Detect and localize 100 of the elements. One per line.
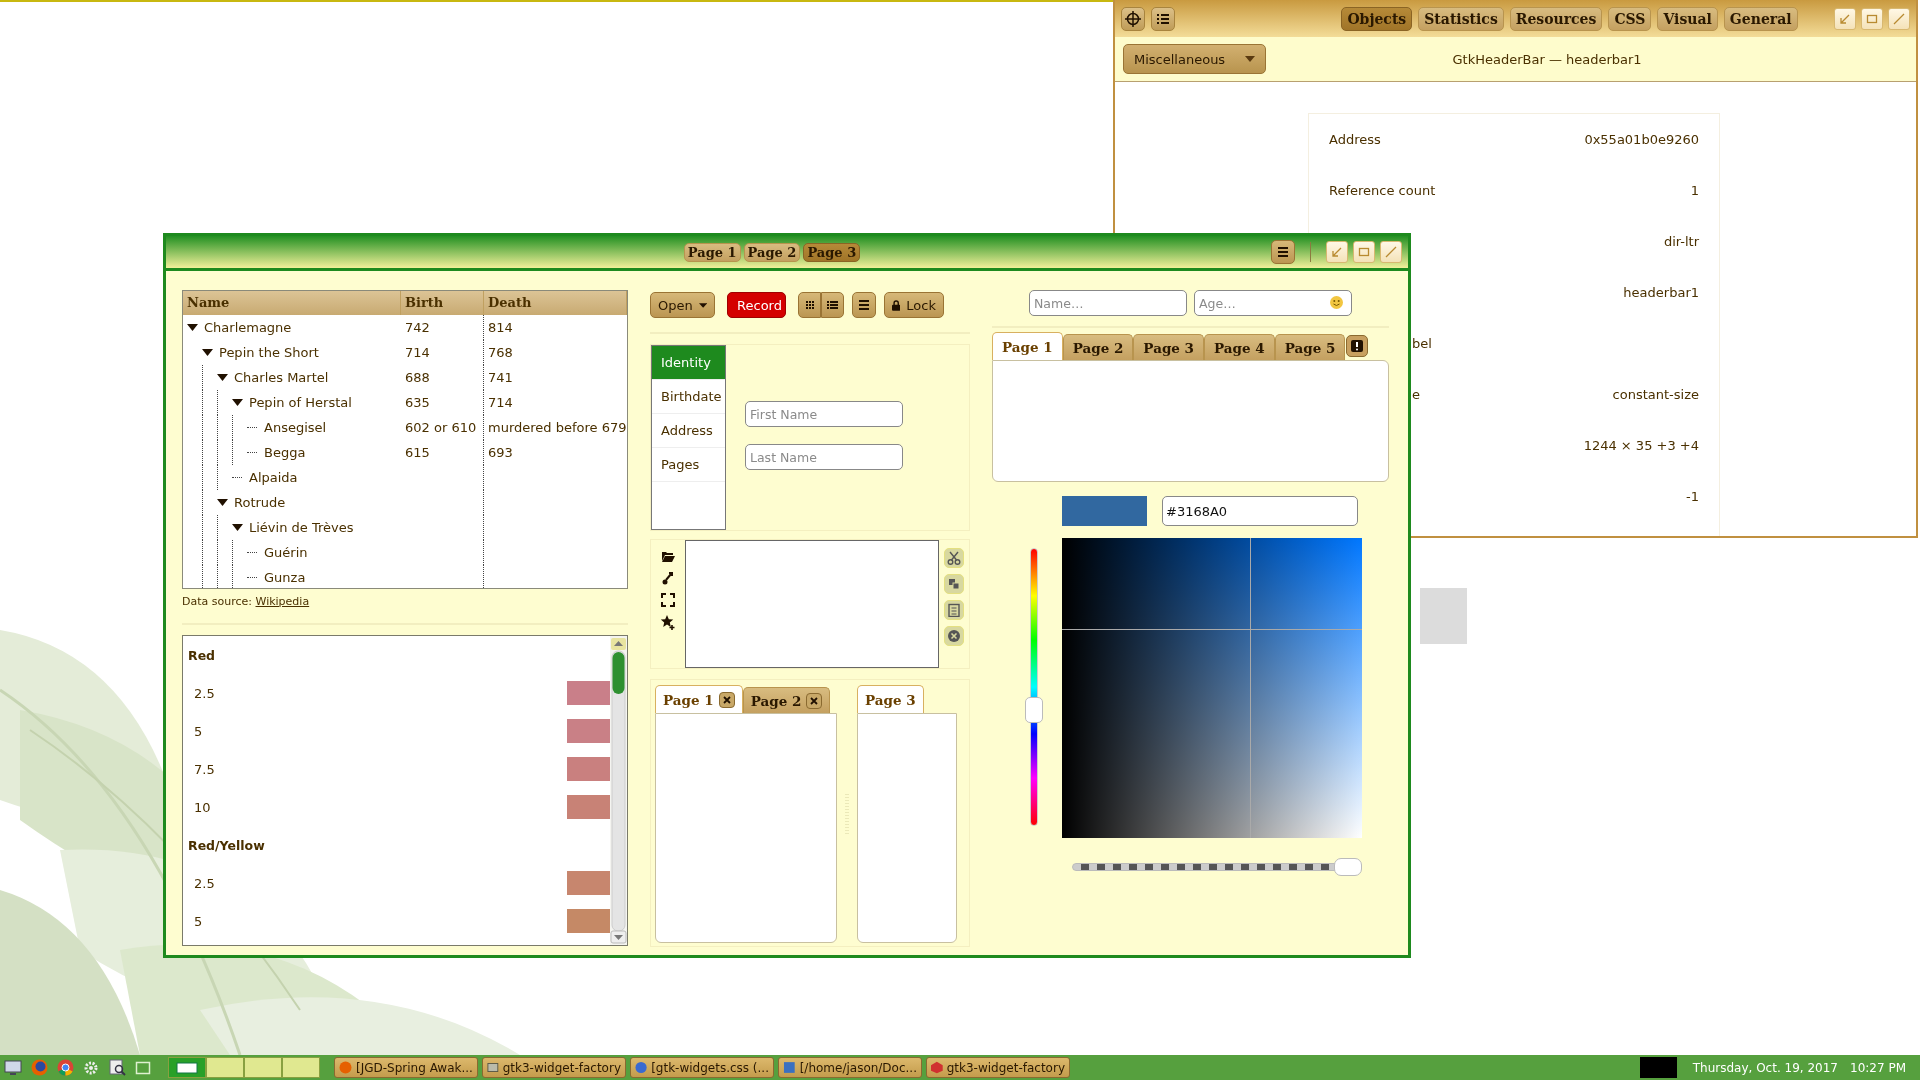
picker-button[interactable] bbox=[1121, 6, 1145, 31]
open-button[interactable]: Open bbox=[650, 292, 715, 318]
task-button[interactable]: gtk3-widget-factory bbox=[482, 1057, 626, 1078]
list-item[interactable]: 2.5 bbox=[194, 685, 567, 701]
tab[interactable]: General bbox=[1723, 6, 1798, 31]
tree-item[interactable]: Liévin de Trèves bbox=[246, 515, 354, 540]
task-button[interactable]: [gtk-widgets.css (... bbox=[630, 1057, 774, 1078]
record-button[interactable]: Record bbox=[727, 292, 786, 318]
tab[interactable]: Page 1 bbox=[992, 332, 1063, 360]
property-label: bel bbox=[1412, 336, 1432, 351]
smiley-icon[interactable] bbox=[1330, 296, 1343, 309]
color-plane[interactable] bbox=[1062, 538, 1362, 838]
expander-icon[interactable] bbox=[217, 372, 228, 383]
hue-slider[interactable] bbox=[1025, 548, 1043, 826]
expander-icon[interactable] bbox=[217, 497, 228, 508]
input-field[interactable]: Last Name bbox=[745, 444, 903, 470]
tree-item[interactable]: Guérin bbox=[261, 540, 308, 565]
tree-item[interactable]: Charles Martel bbox=[231, 365, 329, 390]
tab[interactable]: Page 4 bbox=[1204, 334, 1275, 360]
input-field[interactable]: First Name bbox=[745, 401, 903, 427]
list-button[interactable] bbox=[1151, 6, 1175, 31]
tree-item[interactable]: Charlemagne bbox=[201, 315, 292, 340]
tab[interactable]: Page 5 bbox=[1274, 334, 1346, 360]
tree-item[interactable]: Rotrude bbox=[231, 490, 286, 515]
sidebar-item[interactable]: Address bbox=[652, 414, 725, 448]
close-icon bbox=[1892, 11, 1906, 26]
tab[interactable]: Page 3 bbox=[857, 685, 924, 713]
alpha-slider[interactable] bbox=[1072, 858, 1362, 876]
expander-icon[interactable] bbox=[187, 322, 198, 333]
wand-icon[interactable] bbox=[660, 570, 676, 586]
list-item[interactable]: 10 bbox=[194, 799, 567, 815]
task-button[interactable]: [JGD-Spring Awak... bbox=[334, 1057, 478, 1078]
menu-button[interactable] bbox=[852, 292, 876, 318]
tab[interactable]: Page 2 bbox=[743, 242, 801, 262]
lock-button[interactable]: Lock bbox=[884, 292, 944, 318]
tab[interactable]: Page 3 bbox=[1133, 334, 1204, 360]
cut-button[interactable] bbox=[944, 548, 964, 568]
tree-item[interactable]: Alpaida bbox=[246, 465, 298, 490]
clear-button[interactable] bbox=[944, 626, 964, 646]
tree-item[interactable]: Ansegisel bbox=[261, 415, 327, 440]
column-header[interactable]: Death bbox=[484, 291, 627, 315]
expander-icon[interactable] bbox=[232, 397, 243, 408]
task-button[interactable]: gtk3-widget-factory bbox=[926, 1057, 1070, 1078]
monitor-icon[interactable] bbox=[4, 1059, 22, 1076]
source-link[interactable]: Wikipedia bbox=[255, 595, 310, 608]
object-title: GtkHeaderBar — headerbar1 bbox=[1451, 51, 1643, 67]
tab[interactable]: Page 2 bbox=[1062, 334, 1134, 360]
list-item[interactable]: 7.5 bbox=[194, 761, 567, 777]
star-add-icon[interactable] bbox=[660, 614, 676, 630]
sidebar-item[interactable]: Birthdate bbox=[652, 380, 725, 414]
tree-item[interactable]: Pepin of Herstal bbox=[246, 390, 352, 415]
search-icon[interactable] bbox=[108, 1059, 126, 1076]
tab[interactable]: Visual bbox=[1657, 6, 1718, 31]
tab[interactable]: Objects bbox=[1341, 6, 1413, 31]
expander-icon[interactable] bbox=[232, 522, 243, 533]
tab[interactable]: Statistics bbox=[1418, 6, 1504, 31]
menu-button[interactable] bbox=[1271, 240, 1295, 264]
close-tab-button[interactable] bbox=[806, 692, 823, 709]
gear-icon[interactable] bbox=[83, 1059, 99, 1076]
input-field[interactable]: Name… bbox=[1029, 290, 1187, 316]
paste-button[interactable] bbox=[944, 600, 964, 620]
alert-button[interactable] bbox=[1346, 335, 1369, 357]
sidebar-item[interactable]: Identity bbox=[652, 346, 725, 380]
list-view-button[interactable] bbox=[821, 292, 844, 318]
tab[interactable]: Page 1 bbox=[655, 685, 743, 713]
tab[interactable]: Page 2 bbox=[742, 687, 831, 713]
expander-icon[interactable] bbox=[202, 347, 213, 358]
list-item[interactable]: 2.5 bbox=[194, 875, 567, 891]
tree-item[interactable]: Pepin the Short bbox=[216, 340, 319, 365]
close-button[interactable] bbox=[1380, 241, 1402, 263]
task-button[interactable]: [/home/jason/Doc... bbox=[778, 1057, 922, 1078]
column-header[interactable]: Name bbox=[183, 291, 401, 315]
sidebar-item[interactable]: Pages bbox=[652, 448, 725, 482]
scrollbar[interactable] bbox=[610, 636, 627, 945]
category-dropdown[interactable]: Miscellaneous bbox=[1123, 44, 1267, 74]
maximize-button[interactable] bbox=[1353, 241, 1375, 263]
color-swatch[interactable] bbox=[1062, 496, 1147, 526]
copy-button[interactable] bbox=[944, 574, 964, 594]
input-field[interactable]: Age… bbox=[1194, 290, 1352, 316]
column-header[interactable]: Birth bbox=[401, 291, 484, 315]
list-item[interactable]: 5 bbox=[194, 913, 567, 929]
fullscreen-icon[interactable] bbox=[660, 592, 676, 608]
tab[interactable]: CSS bbox=[1608, 6, 1652, 31]
tab[interactable]: Page 3 bbox=[803, 242, 861, 262]
list-icon bbox=[1156, 11, 1170, 26]
workspace-pager[interactable] bbox=[168, 1057, 320, 1078]
tab[interactable]: Page 1 bbox=[683, 242, 741, 262]
list-item[interactable]: 5 bbox=[194, 723, 567, 739]
maximize-button[interactable] bbox=[1861, 7, 1883, 30]
tree-item[interactable]: Gunza bbox=[261, 565, 306, 588]
window-icon[interactable] bbox=[135, 1059, 151, 1076]
minimize-button[interactable] bbox=[1326, 241, 1348, 263]
close-tab-button[interactable] bbox=[718, 691, 735, 708]
hex-field[interactable]: #3168A0 bbox=[1162, 496, 1358, 526]
browser-icon[interactable] bbox=[30, 1059, 48, 1076]
grid-view-button[interactable] bbox=[798, 292, 821, 318]
tree-item[interactable]: Begga bbox=[261, 440, 306, 465]
browser-icon[interactable] bbox=[56, 1059, 74, 1076]
tab[interactable]: Resources bbox=[1509, 6, 1603, 31]
text-view[interactable] bbox=[685, 540, 939, 668]
